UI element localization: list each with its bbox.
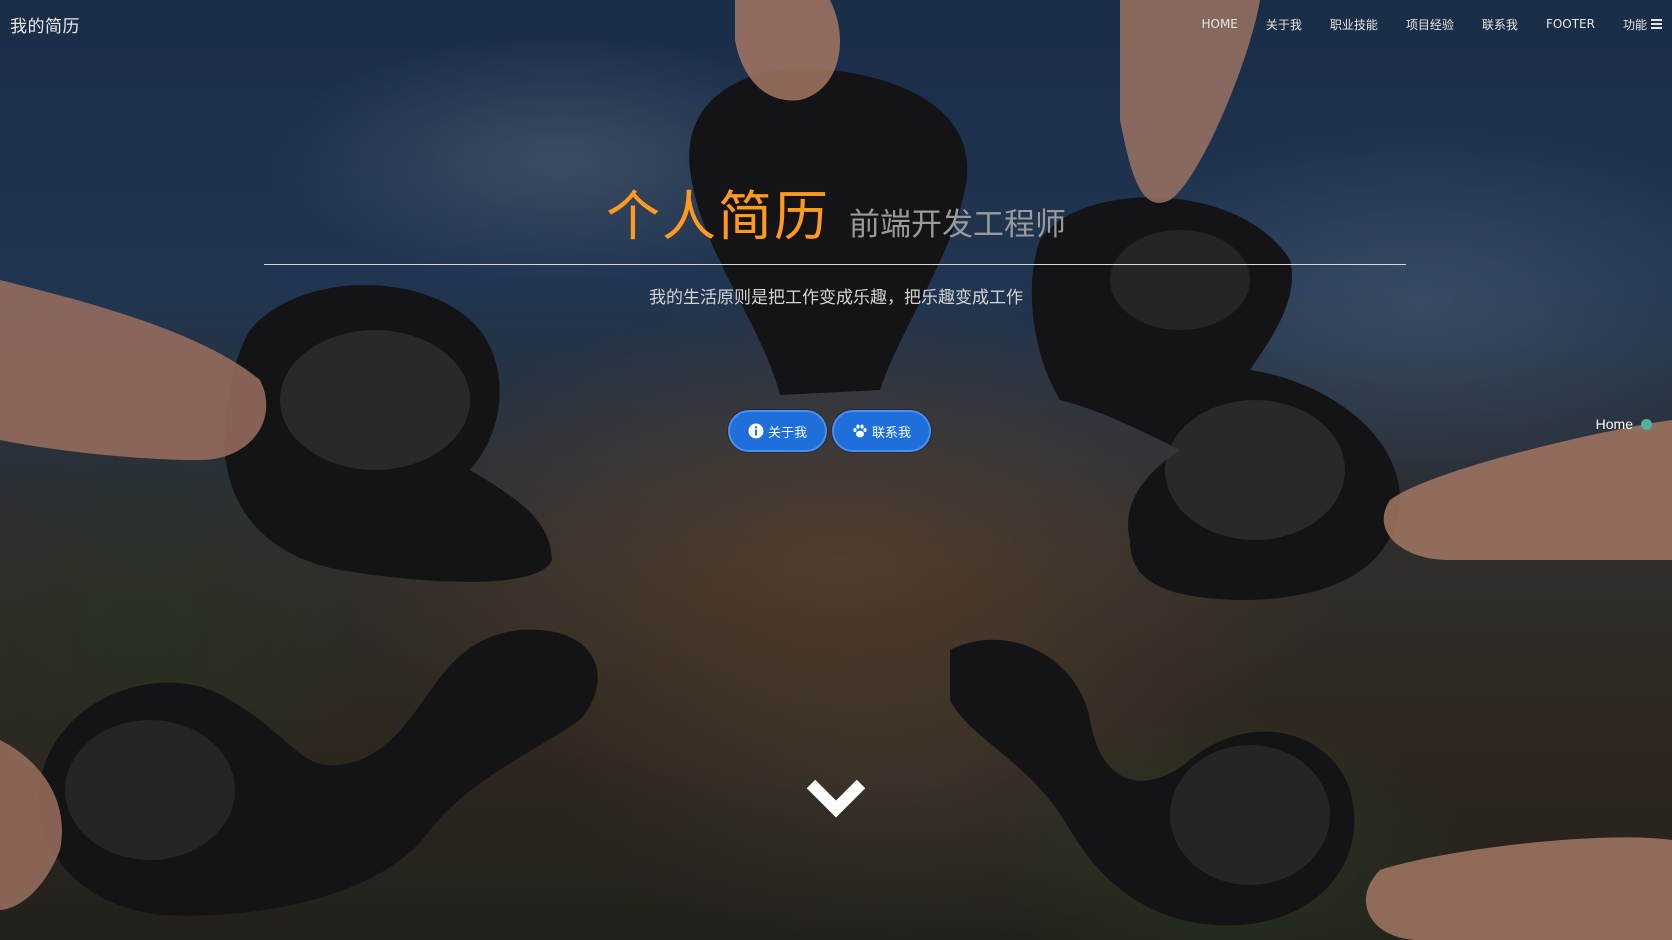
hero-subtitle: 前端开发工程师 <box>849 207 1067 243</box>
top-navbar: 我的简历 HOME 关于我 职业技能 项目经验 联系我 FOOTER 功能 <box>0 0 1672 48</box>
nav-item-projects[interactable]: 项目经验 <box>1406 16 1454 33</box>
section-indicator-label: Home <box>1595 416 1633 432</box>
nav-item-contact[interactable]: 联系我 <box>1482 16 1518 33</box>
hero-buttons: 关于我 联系我 <box>728 410 936 452</box>
paw-icon <box>853 424 867 438</box>
hero-divider <box>264 264 1406 265</box>
about-me-button[interactable]: 关于我 <box>728 410 828 452</box>
hero-heading: 个人简历 前端开发工程师 <box>0 172 1672 251</box>
section-indicator: Home <box>1596 416 1652 432</box>
nav-item-home[interactable]: HOME <box>1201 17 1237 31</box>
info-circle-icon <box>748 423 764 439</box>
nav-item-about[interactable]: 关于我 <box>1266 16 1302 33</box>
brand-title[interactable]: 我的简历 <box>10 12 80 37</box>
hero-background: 我的简历 HOME 关于我 职业技能 项目经验 联系我 FOOTER 功能 个人… <box>0 0 1672 940</box>
nav-item-functions-label: 功能 <box>1622 17 1647 32</box>
nav-item-footer[interactable]: FOOTER <box>1546 17 1595 31</box>
chevron-down-icon[interactable] <box>805 776 867 820</box>
contact-me-button-label: 联系我 <box>872 425 912 441</box>
contact-me-button[interactable]: 联系我 <box>832 410 932 452</box>
about-me-button-label: 关于我 <box>768 425 808 441</box>
nav-item-functions[interactable]: 功能 <box>1623 16 1662 33</box>
nav-item-skills[interactable]: 职业技能 <box>1330 16 1378 33</box>
section-indicator-dot[interactable] <box>1641 418 1652 430</box>
nav-menu: HOME 关于我 职业技能 项目经验 联系我 FOOTER 功能 <box>1173 16 1662 33</box>
hero-title: 个人简历 <box>605 185 830 248</box>
list-icon <box>1651 19 1662 29</box>
hero-motto: 我的生活原则是把工作变成乐趣，把乐趣变成工作 <box>649 288 1023 308</box>
